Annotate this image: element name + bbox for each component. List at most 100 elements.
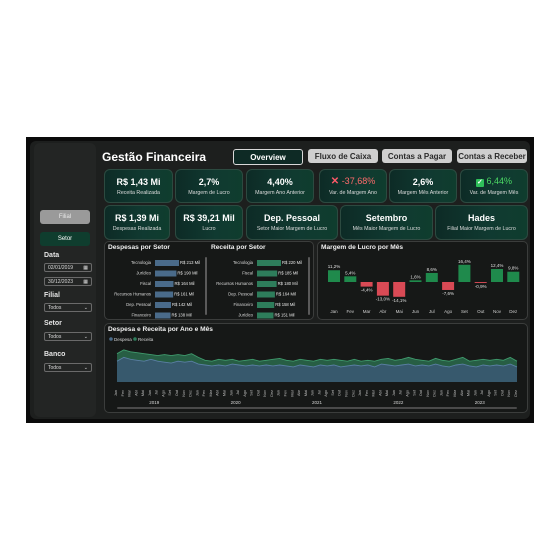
sector-bar (257, 260, 281, 266)
kpi-receita-realizada: R$ 1,43 Mi Receita Realizada (104, 169, 173, 203)
chevron-down-icon: ⌄ (83, 333, 88, 340)
month-tick-label: Abr (460, 389, 464, 396)
margem-value-label: 12,4% (491, 263, 504, 268)
chevron-down-icon: ⌄ (83, 364, 88, 371)
kpi-label: Margem Ano Anterior (255, 189, 305, 196)
setor-toggle-button[interactable]: Setor (40, 232, 90, 246)
date-start-value: 02/01/2019 (48, 264, 74, 271)
sector-value-label: R$ 161 Mil (174, 292, 194, 297)
filial-dropdown[interactable]: Todos ⌄ (44, 303, 92, 312)
month-tick-label: Out (419, 389, 423, 396)
sector-bar (155, 312, 171, 319)
kpi-value: Hades (467, 213, 495, 223)
month-tick-label: Jun (229, 390, 233, 396)
month-tick-label: Jan (358, 390, 362, 396)
sector-label: Tecnologia (131, 260, 152, 265)
month-tick-label: Mai (223, 390, 227, 396)
calendar-icon[interactable]: ▦ (83, 265, 88, 271)
date-start-field[interactable]: 02/01/2019 ▦ (44, 263, 92, 272)
month-tick-label: Dez (514, 390, 518, 397)
kpi-setor-maior-margem: Dep. Pessoal Setor Maior Margem de Lucro (246, 205, 338, 240)
date-end-field[interactable]: 30/12/2023 ▦ (44, 277, 92, 286)
kpi-var-margem-ano: ✕ -37,68% Var. de Margem Ano (319, 169, 387, 203)
sector-value-label: R$ 164 Mil (174, 281, 194, 286)
kpi-value: -37,68% (341, 176, 376, 186)
margem-bar (442, 282, 455, 290)
margem-bar (491, 268, 503, 282)
tab-overview[interactable]: Overview (233, 149, 303, 165)
tab-fluxo-de-caixa[interactable]: Fluxo de Caixa (308, 149, 378, 163)
setor-toggle-label: Setor (57, 236, 73, 242)
sector-label: Recursos Humanos (114, 292, 151, 297)
margem-month-label: Jan (330, 309, 338, 314)
month-tick-label: Dez (351, 390, 355, 397)
month-tick-label: Abr (297, 389, 301, 396)
margem-month-label: Jul (429, 309, 435, 314)
kpi-label: Margem de Lucro (188, 189, 230, 196)
margem-bar (458, 264, 471, 282)
banco-dropdown[interactable]: Todos ⌄ (44, 363, 92, 372)
margem-bar (474, 282, 487, 283)
margem-bar (376, 282, 389, 296)
month-tick-label: Fev (446, 390, 450, 396)
margem-month-label: Abr (379, 309, 387, 314)
margem-bar (393, 282, 406, 297)
margem-month-label: Nov (493, 309, 502, 314)
kpi-label: Despesas Realizada (112, 226, 162, 232)
kpi-margem-mes-anterior: 2,6% Margem Mês Anterior (389, 169, 457, 203)
month-tick-label: Set (250, 389, 254, 396)
filial-toggle-button[interactable]: Filial (40, 210, 90, 224)
kpi-value: Setembro (365, 213, 408, 223)
month-tick-label: Jul (155, 390, 159, 395)
kpi-despesas-realizada: R$ 1,39 Mi Despesas Realizada (104, 205, 170, 240)
month-tick-label: Nov (426, 390, 430, 397)
month-tick-label: Out (500, 389, 504, 396)
sector-label: Tecnologia (233, 260, 254, 265)
setor-panel: Despesas por Setor Receita por Setor Tec… (104, 241, 314, 320)
month-tick-label: Jul (317, 390, 321, 395)
month-tick-label: Jun (148, 390, 152, 396)
kpi-label: Var. de Margem Mês (469, 190, 519, 196)
check-box-icon: ✓ (475, 179, 484, 187)
sector-label: Jurídico (136, 271, 151, 276)
year-label: 2019 (149, 400, 160, 405)
sector-label: Recursos Humanos (216, 281, 253, 286)
sector-value-label: R$ 164 Mil (276, 292, 296, 297)
sector-value-label: R$ 220 Mil (282, 260, 302, 265)
month-tick-label: Mar (209, 389, 213, 396)
month-tick-label: Ago (324, 390, 328, 397)
sector-bar (155, 291, 174, 298)
month-tick-label: Ago (162, 390, 166, 397)
kpi-value: R$ 1,39 Mi (114, 213, 160, 223)
month-tick-label: Fev (284, 390, 288, 396)
sector-bar (257, 312, 274, 319)
sector-value-label: R$ 138 Mil (172, 313, 192, 318)
month-tick-label: Mai (141, 390, 145, 396)
sector-label: Fiscal (242, 271, 253, 276)
tab-fluxo-label: Fluxo de Caixa (314, 151, 372, 161)
legend-despesa-marker (109, 337, 113, 341)
margem-month-label: Mai (396, 309, 403, 314)
year-label: 2023 (475, 400, 486, 405)
sector-bar (155, 302, 171, 308)
banco-dropdown-value: Todos (48, 364, 62, 371)
scrollbar (308, 257, 310, 315)
kpi-label: Receita Realizada (117, 189, 160, 196)
tab-contas-a-receber[interactable]: Contas a Receber (457, 149, 527, 163)
tab-contas-a-pagar[interactable]: Contas a Pagar (382, 149, 452, 163)
month-tick-label: Jul (399, 390, 403, 395)
margem-value-label: 1,6% (410, 274, 420, 279)
margem-month-label: Ago (444, 309, 453, 314)
month-tick-label: Jan (277, 390, 281, 396)
year-label: 2022 (393, 400, 404, 405)
kpi-value: R$ 39,21 Mil (183, 213, 235, 223)
setor-dropdown[interactable]: Todos ⌄ (44, 332, 92, 341)
month-tick-label: Set (412, 389, 416, 396)
month-tick-label: Dez (433, 390, 437, 397)
month-tick-label: Abr (216, 389, 220, 396)
calendar-icon[interactable]: ▦ (83, 279, 88, 285)
month-tick-label: Dez (189, 390, 193, 397)
month-tick-label: Set (331, 389, 335, 396)
month-tick-label: Mai (385, 390, 389, 396)
margem-value-label: 8,6% (427, 267, 437, 272)
